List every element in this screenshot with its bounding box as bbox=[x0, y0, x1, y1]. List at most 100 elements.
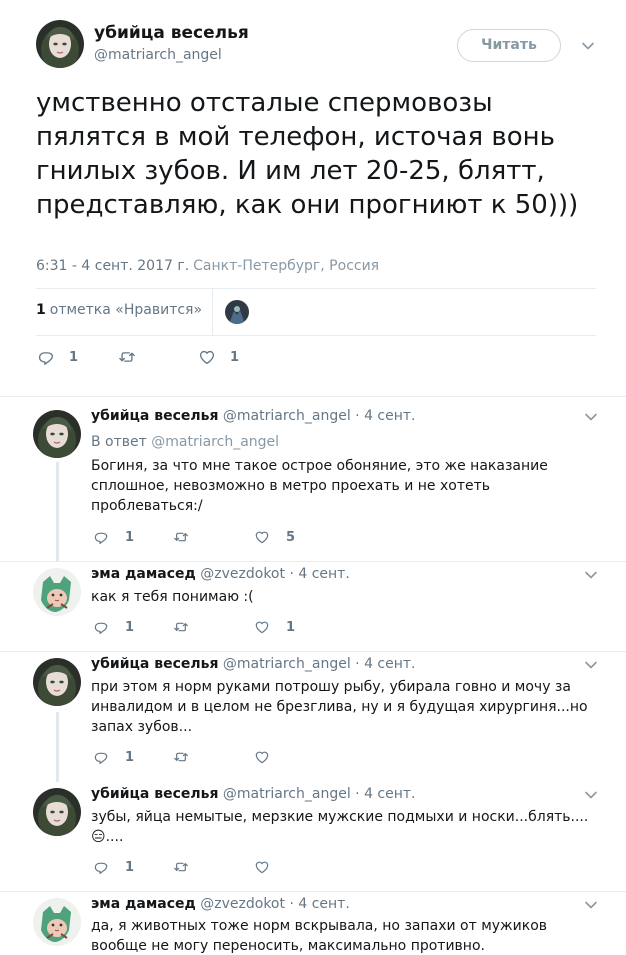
liker-avatar-image bbox=[225, 300, 249, 324]
reply-to-handle[interactable]: @matriarch_angel bbox=[151, 434, 279, 450]
reply-button[interactable]: 1 bbox=[37, 348, 78, 366]
reply-time[interactable]: · 4 сент. bbox=[355, 408, 415, 424]
heart-icon bbox=[198, 348, 216, 366]
reply-count: 1 bbox=[125, 859, 135, 875]
avatar[interactable] bbox=[36, 20, 84, 68]
reply-button[interactable]: 1 bbox=[93, 529, 134, 545]
reply-text: Богиня, за что мне такое острое обоняние… bbox=[91, 458, 548, 514]
avatar[interactable] bbox=[33, 568, 81, 616]
heart-icon bbox=[254, 859, 270, 875]
reply-icon bbox=[93, 529, 109, 545]
display-name[interactable]: убийца веселья bbox=[94, 23, 249, 43]
reply-text: как я тебя понимаю :( bbox=[91, 589, 254, 605]
reply-icon bbox=[93, 619, 109, 635]
retweet-icon bbox=[173, 619, 189, 635]
divider bbox=[0, 651, 626, 652]
retweet-icon bbox=[173, 859, 189, 875]
divider bbox=[36, 288, 596, 289]
reply-count: 1 bbox=[69, 349, 79, 365]
like-button[interactable]: 1 bbox=[254, 619, 295, 635]
chevron-down-icon[interactable] bbox=[584, 568, 598, 582]
chevron-down-icon[interactable] bbox=[581, 39, 595, 53]
reply-header: убийца веселья @matriarch_angel · 4 сент… bbox=[91, 656, 416, 672]
reply-text: зубы, яйца немытые, мерзкие мужские подм… bbox=[91, 807, 596, 847]
divider bbox=[212, 289, 213, 335]
reply-time[interactable]: · 4 сент. bbox=[289, 896, 349, 912]
like-count: 1 bbox=[230, 349, 240, 365]
avatar-image bbox=[33, 658, 81, 706]
reply-header: эма дамасед @zvezdokot · 4 сент. bbox=[91, 566, 350, 582]
tweet-location[interactable]: Санкт-Петербург, Россия bbox=[193, 258, 379, 274]
reply-header: убийца веселья @matriarch_angel · 4 сент… bbox=[91, 408, 416, 424]
divider bbox=[0, 891, 626, 892]
heart-icon bbox=[254, 749, 270, 765]
tweet-timestamp[interactable]: 6:31 - 4 сент. 2017 г. bbox=[36, 258, 189, 274]
reply-count: 1 bbox=[125, 619, 135, 635]
liker-avatar[interactable] bbox=[225, 300, 249, 324]
like-button[interactable] bbox=[254, 749, 286, 765]
retweet-button[interactable] bbox=[118, 348, 150, 366]
like-button[interactable] bbox=[254, 859, 286, 875]
user-handle[interactable]: @matriarch_angel bbox=[223, 786, 351, 802]
display-name[interactable]: убийца веселья bbox=[91, 408, 218, 424]
reply-count: 1 bbox=[125, 749, 135, 765]
reply-header: эма дамасед @zvezdokot · 4 сент. bbox=[91, 896, 350, 912]
tweet-text: умственно отсталые спермовозы пялятся в … bbox=[36, 88, 579, 220]
reply-icon bbox=[37, 348, 55, 366]
user-handle[interactable]: @matriarch_angel bbox=[94, 47, 222, 63]
like-count: 5 bbox=[286, 529, 296, 545]
tweet-meta: 6:31 - 4 сент. 2017 г. Санкт-Петербург, Р… bbox=[36, 258, 379, 274]
reply-text: да, я животных тоже норм вскрывала, но з… bbox=[91, 918, 548, 954]
retweet-button[interactable] bbox=[173, 859, 205, 875]
avatar-image bbox=[33, 898, 81, 946]
reply-button[interactable]: 1 bbox=[93, 619, 134, 635]
avatar[interactable] bbox=[33, 410, 81, 458]
reply-time[interactable]: · 4 сент. bbox=[289, 566, 349, 582]
reply-button[interactable]: 1 bbox=[93, 749, 134, 765]
heart-icon bbox=[254, 529, 270, 545]
avatar-image bbox=[33, 568, 81, 616]
display-name[interactable]: эма дамасед bbox=[91, 896, 196, 912]
likes-count: 1 bbox=[36, 302, 46, 318]
retweet-icon bbox=[173, 529, 189, 545]
reply-text: при этом я норм руками потрошу рыбу, уби… bbox=[91, 679, 588, 735]
reply-text-suffix: .... bbox=[105, 829, 124, 845]
avatar-image bbox=[36, 20, 84, 68]
divider bbox=[0, 561, 626, 562]
retweet-button[interactable] bbox=[173, 619, 205, 635]
user-handle[interactable]: @matriarch_angel bbox=[223, 408, 351, 424]
user-handle[interactable]: @zvezdokot bbox=[200, 896, 285, 912]
reply-header: убийца веселья @matriarch_angel · 4 сент… bbox=[91, 786, 416, 802]
reply-count: 1 bbox=[125, 529, 135, 545]
user-handle[interactable]: @zvezdokot bbox=[200, 566, 285, 582]
reply-to-label: В ответ bbox=[91, 434, 147, 450]
thread-line bbox=[56, 712, 59, 782]
like-button[interactable]: 5 bbox=[254, 529, 295, 545]
like-count: 1 bbox=[286, 619, 296, 635]
avatar[interactable] bbox=[33, 788, 81, 836]
chevron-down-icon[interactable] bbox=[584, 898, 598, 912]
retweet-icon bbox=[173, 749, 189, 765]
retweet-button[interactable] bbox=[173, 529, 205, 545]
display-name[interactable]: эма дамасед bbox=[91, 566, 196, 582]
chevron-down-icon[interactable] bbox=[584, 658, 598, 672]
avatar[interactable] bbox=[33, 898, 81, 946]
follow-button[interactable]: Читать bbox=[457, 29, 561, 62]
like-button[interactable]: 1 bbox=[198, 348, 239, 366]
avatar[interactable] bbox=[33, 658, 81, 706]
chevron-down-icon[interactable] bbox=[584, 788, 598, 802]
chevron-down-icon[interactable] bbox=[584, 410, 598, 424]
reply-button[interactable]: 1 bbox=[93, 859, 134, 875]
reply-time[interactable]: · 4 сент. bbox=[355, 656, 415, 672]
reply-time[interactable]: · 4 сент. bbox=[355, 786, 415, 802]
display-name[interactable]: убийца веселья bbox=[91, 656, 218, 672]
likes-label: отметка «Нравится» bbox=[49, 302, 203, 318]
user-handle[interactable]: @matriarch_angel bbox=[223, 656, 351, 672]
section-divider bbox=[0, 396, 626, 397]
thread-line bbox=[56, 462, 59, 562]
display-name[interactable]: убийца веселья bbox=[91, 786, 218, 802]
reply-icon bbox=[93, 749, 109, 765]
likes-summary[interactable]: 1 отметка «Нравится» bbox=[36, 302, 202, 318]
retweet-button[interactable] bbox=[173, 749, 205, 765]
reply-text-body: зубы, яйца немытые, мерзкие мужские подм… bbox=[91, 809, 589, 825]
